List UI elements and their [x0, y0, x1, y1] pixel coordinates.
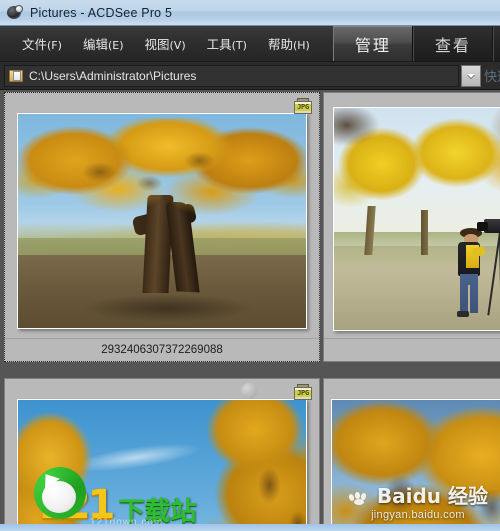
menu-item-view[interactable]: 视图(V) [137, 31, 194, 56]
thumbnail-image-3[interactable] [5, 379, 319, 531]
menu-item-tools[interactable]: 工具(T) [199, 31, 255, 56]
menu-item-tools-mnemonic: (T) [231, 39, 247, 52]
thumbnail-grid[interactable]: JPG 2932406307372269088 JPG 121 下载站 121d… [0, 90, 500, 531]
path-text: C:\Users\Administrator\Pictures [29, 68, 197, 83]
address-bar: C:\Users\Administrator\Pictures 快速 [0, 62, 500, 90]
path-dropdown-button[interactable] [461, 64, 481, 87]
chevron-down-icon [467, 73, 475, 78]
menu-item-file-mnemonic: (F) [47, 39, 62, 52]
acdsee-lens-icon [7, 5, 23, 20]
tripod-figure [476, 219, 500, 317]
thumbnail-image-2[interactable] [324, 93, 500, 339]
menu-item-edit[interactable]: 编辑(E) [75, 31, 132, 56]
menu-item-file[interactable]: 文件(F) [14, 31, 70, 56]
menu-item-file-label: 文件 [22, 37, 48, 52]
menu-bar: 文件(F) 编辑(E) 视图(V) 工具(T) 帮助(H) 管理 查看 处理 [0, 26, 500, 62]
tab-process[interactable]: 处理 [492, 26, 500, 61]
acdsee-window: Pictures - ACDSee Pro 5 文件(F) 编辑(E) 视图(V… [0, 0, 500, 531]
overlay-dot-icon-3 [241, 383, 257, 399]
thumbnail-cell-2[interactable]: 293240630737 [323, 92, 500, 362]
thumbnail-cell-3[interactable]: JPG [4, 378, 320, 531]
menu-item-tools-label: 工具 [206, 37, 232, 52]
menu-item-list: 文件(F) 编辑(E) 视图(V) 工具(T) 帮助(H) [0, 26, 323, 61]
menu-item-view-label: 视图 [144, 37, 170, 52]
folder-with-document-icon [9, 69, 23, 82]
menu-item-help-label: 帮助 [267, 37, 293, 52]
path-input[interactable]: C:\Users\Administrator\Pictures [4, 64, 459, 87]
jpg-badge-icon-3: JPG [294, 384, 312, 400]
mode-tab-strip: 管理 查看 处理 [332, 26, 500, 61]
thumbnail-image-1[interactable] [5, 93, 319, 339]
menu-item-edit-label: 编辑 [82, 37, 108, 52]
menu-item-edit-mnemonic: (E) [107, 39, 124, 52]
window-title: Pictures - ACDSee Pro 5 [30, 5, 173, 20]
thumbnail-filename-2: 293240630737 [324, 338, 500, 361]
menu-item-view-mnemonic: (V) [169, 39, 186, 52]
thumbnail-cell-1[interactable]: JPG 2932406307372269088 [4, 92, 320, 362]
quick-search-label: 快速 [484, 70, 500, 85]
jpg-badge-icon-1: JPG [294, 98, 312, 114]
title-bar: Pictures - ACDSee Pro 5 [0, 0, 500, 26]
thumbnail-image-4[interactable] [324, 379, 500, 531]
menu-item-help[interactable]: 帮助(H) [260, 31, 318, 56]
menu-item-help-mnemonic: (H) [292, 39, 310, 52]
thumbnail-filename-1: 2932406307372269088 [5, 338, 319, 361]
thumbnail-cell-4[interactable] [323, 378, 500, 531]
tab-manage[interactable]: 管理 [332, 26, 413, 61]
tab-view[interactable]: 查看 [412, 26, 493, 61]
bottom-blue-strip [0, 524, 500, 531]
